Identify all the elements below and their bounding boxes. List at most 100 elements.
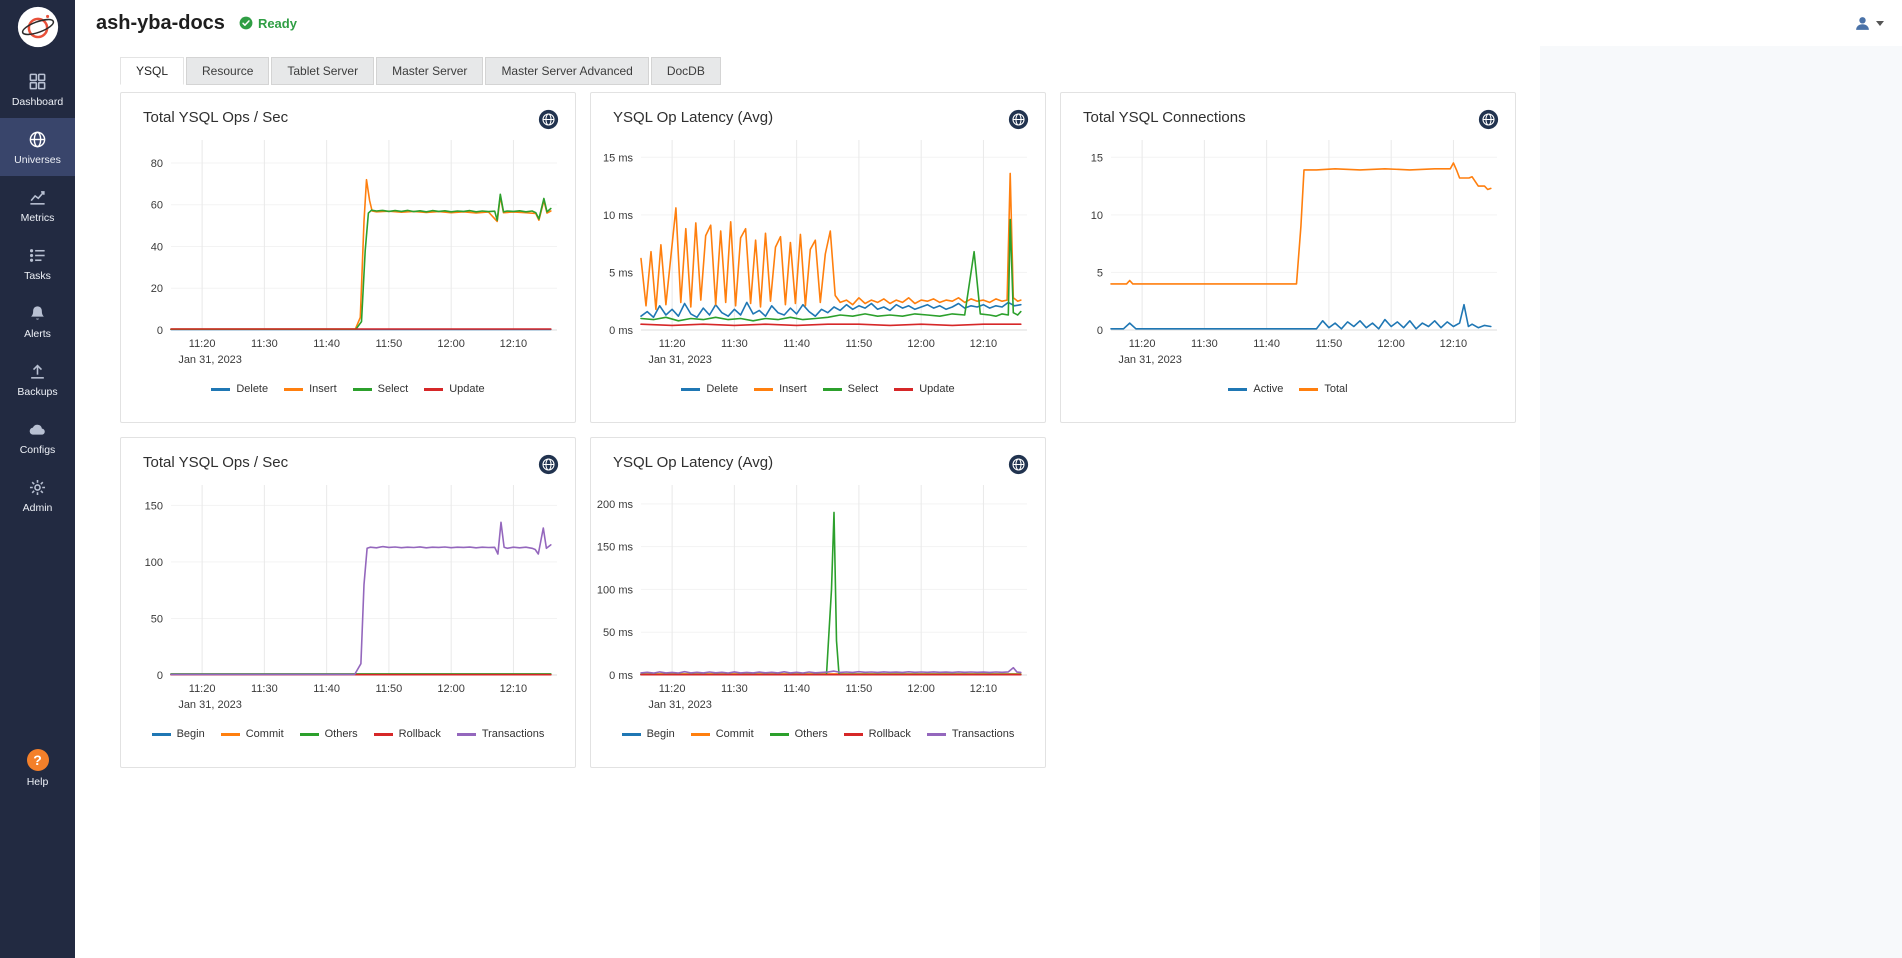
legend-label: Update: [919, 383, 954, 395]
legend-item[interactable]: Delete: [211, 383, 268, 395]
legend-swatch: [457, 733, 476, 736]
legend-item[interactable]: Delete: [681, 383, 738, 395]
legend-swatch: [353, 388, 372, 391]
tab-master-server-advanced[interactable]: Master Server Advanced: [485, 57, 648, 85]
line-chart: 05101511:20Jan 31, 202311:3011:4011:5012…: [1061, 130, 1513, 382]
tab-master-server[interactable]: Master Server: [376, 57, 483, 85]
legend-item[interactable]: Insert: [284, 383, 337, 395]
svg-text:12:00: 12:00: [907, 683, 935, 695]
sidebar-item-label: Metrics: [21, 212, 55, 224]
chevron-down-icon: [1876, 21, 1884, 26]
svg-text:11:30: 11:30: [251, 338, 278, 350]
svg-text:12:10: 12:10: [1440, 338, 1468, 350]
svg-text:100 ms: 100 ms: [597, 584, 634, 596]
svg-text:12:10: 12:10: [500, 338, 528, 350]
svg-text:5: 5: [1097, 267, 1103, 279]
sidebar-item-alerts[interactable]: Alerts: [0, 292, 75, 350]
alerts-bell-icon: [28, 303, 47, 323]
top-header: ash-yba-docs Ready: [75, 0, 1902, 46]
sidebar-item-label: Help: [27, 776, 49, 788]
legend-label: Transactions: [482, 728, 545, 740]
svg-text:10 ms: 10 ms: [603, 210, 633, 222]
svg-text:15: 15: [1091, 152, 1103, 164]
status-badge: Ready: [239, 16, 297, 31]
metrics-globe-icon[interactable]: [538, 454, 559, 475]
svg-text:11:20: 11:20: [659, 683, 686, 695]
legend-item[interactable]: Transactions: [457, 728, 545, 740]
svg-text:Jan 31, 2023: Jan 31, 2023: [648, 699, 712, 711]
planet-logo-icon: [15, 4, 61, 50]
metrics-globe-icon[interactable]: [1008, 454, 1029, 475]
sidebar-item-label: Configs: [20, 444, 56, 456]
legend-swatch: [300, 733, 319, 736]
sidebar-item-backups[interactable]: Backups: [0, 350, 75, 408]
sidebar-item-universes[interactable]: Universes: [0, 118, 75, 176]
svg-text:5 ms: 5 ms: [609, 267, 633, 279]
legend-label: Total: [1324, 383, 1347, 395]
metrics-globe-icon[interactable]: [1008, 109, 1029, 130]
sidebar-item-configs[interactable]: Configs: [0, 408, 75, 466]
legend-item[interactable]: Begin: [152, 728, 205, 740]
svg-text:15 ms: 15 ms: [603, 152, 633, 164]
legend-item[interactable]: Transactions: [927, 728, 1015, 740]
svg-text:11:40: 11:40: [1253, 338, 1280, 350]
svg-text:11:40: 11:40: [313, 338, 340, 350]
svg-text:12:10: 12:10: [970, 683, 998, 695]
legend-item[interactable]: Select: [823, 383, 879, 395]
svg-text:200 ms: 200 ms: [597, 499, 634, 511]
legend-item[interactable]: Rollback: [844, 728, 911, 740]
legend-item[interactable]: Commit: [691, 728, 754, 740]
legend-item[interactable]: Begin: [622, 728, 675, 740]
user-icon: [1854, 15, 1871, 32]
configs-cloud-icon: [28, 419, 47, 439]
line-chart: 02040608011:20Jan 31, 202311:3011:4011:5…: [121, 130, 573, 382]
svg-text:11:40: 11:40: [783, 338, 810, 350]
legend-item[interactable]: Active: [1228, 383, 1283, 395]
sidebar-item-dashboard[interactable]: Dashboard: [0, 60, 75, 118]
legend-label: Rollback: [399, 728, 441, 740]
tab-ysql[interactable]: YSQL: [120, 57, 184, 85]
legend-item[interactable]: Others: [300, 728, 358, 740]
svg-text:0 ms: 0 ms: [609, 325, 633, 337]
svg-text:11:30: 11:30: [1191, 338, 1218, 350]
legend-item[interactable]: Rollback: [374, 728, 441, 740]
metrics-globe-icon[interactable]: [1478, 109, 1499, 130]
legend-item[interactable]: Insert: [754, 383, 807, 395]
sidebar-item-tasks[interactable]: Tasks: [0, 234, 75, 292]
legend-item[interactable]: Total: [1299, 383, 1347, 395]
sidebar-item-help[interactable]: ? Help: [0, 738, 75, 798]
legend-item[interactable]: Others: [770, 728, 828, 740]
svg-text:12:00: 12:00: [907, 338, 935, 350]
sidebar-item-admin[interactable]: Admin: [0, 466, 75, 524]
svg-text:11:30: 11:30: [251, 683, 278, 695]
legend-swatch: [844, 733, 863, 736]
svg-text:Jan 31, 2023: Jan 31, 2023: [648, 354, 712, 366]
tab-resource[interactable]: Resource: [186, 57, 269, 85]
tab-docdb[interactable]: DocDB: [651, 57, 721, 85]
line-chart: 0 ms50 ms100 ms150 ms200 ms11:20Jan 31, …: [591, 475, 1043, 727]
legend-item[interactable]: Commit: [221, 728, 284, 740]
chart-legend: Begin Commit Others Rollback Transactions: [591, 728, 1045, 740]
sidebar-item-metrics[interactable]: Metrics: [0, 176, 75, 234]
svg-text:11:20: 11:20: [189, 338, 216, 350]
legend-swatch: [211, 388, 230, 391]
tab-tablet-server[interactable]: Tablet Server: [271, 57, 374, 85]
legend-swatch: [927, 733, 946, 736]
legend-item[interactable]: Update: [424, 383, 484, 395]
svg-text:11:50: 11:50: [846, 338, 873, 350]
svg-text:11:30: 11:30: [721, 338, 748, 350]
svg-text:150 ms: 150 ms: [597, 542, 634, 554]
legend-item[interactable]: Update: [894, 383, 954, 395]
svg-text:11:20: 11:20: [189, 683, 216, 695]
legend-item[interactable]: Select: [353, 383, 409, 395]
svg-text:12:10: 12:10: [500, 683, 528, 695]
chart-panel-transaction-latency: YSQL Op Latency (Avg) 0 ms50 ms100 ms150…: [590, 437, 1046, 768]
svg-text:11:40: 11:40: [313, 683, 340, 695]
svg-text:Jan 31, 2023: Jan 31, 2023: [178, 699, 242, 711]
metrics-globe-icon[interactable]: [538, 109, 559, 130]
app-logo[interactable]: [0, 0, 75, 60]
legend-swatch: [823, 388, 842, 391]
user-menu[interactable]: [1854, 15, 1884, 32]
legend-swatch: [152, 733, 171, 736]
legend-label: Select: [378, 383, 409, 395]
